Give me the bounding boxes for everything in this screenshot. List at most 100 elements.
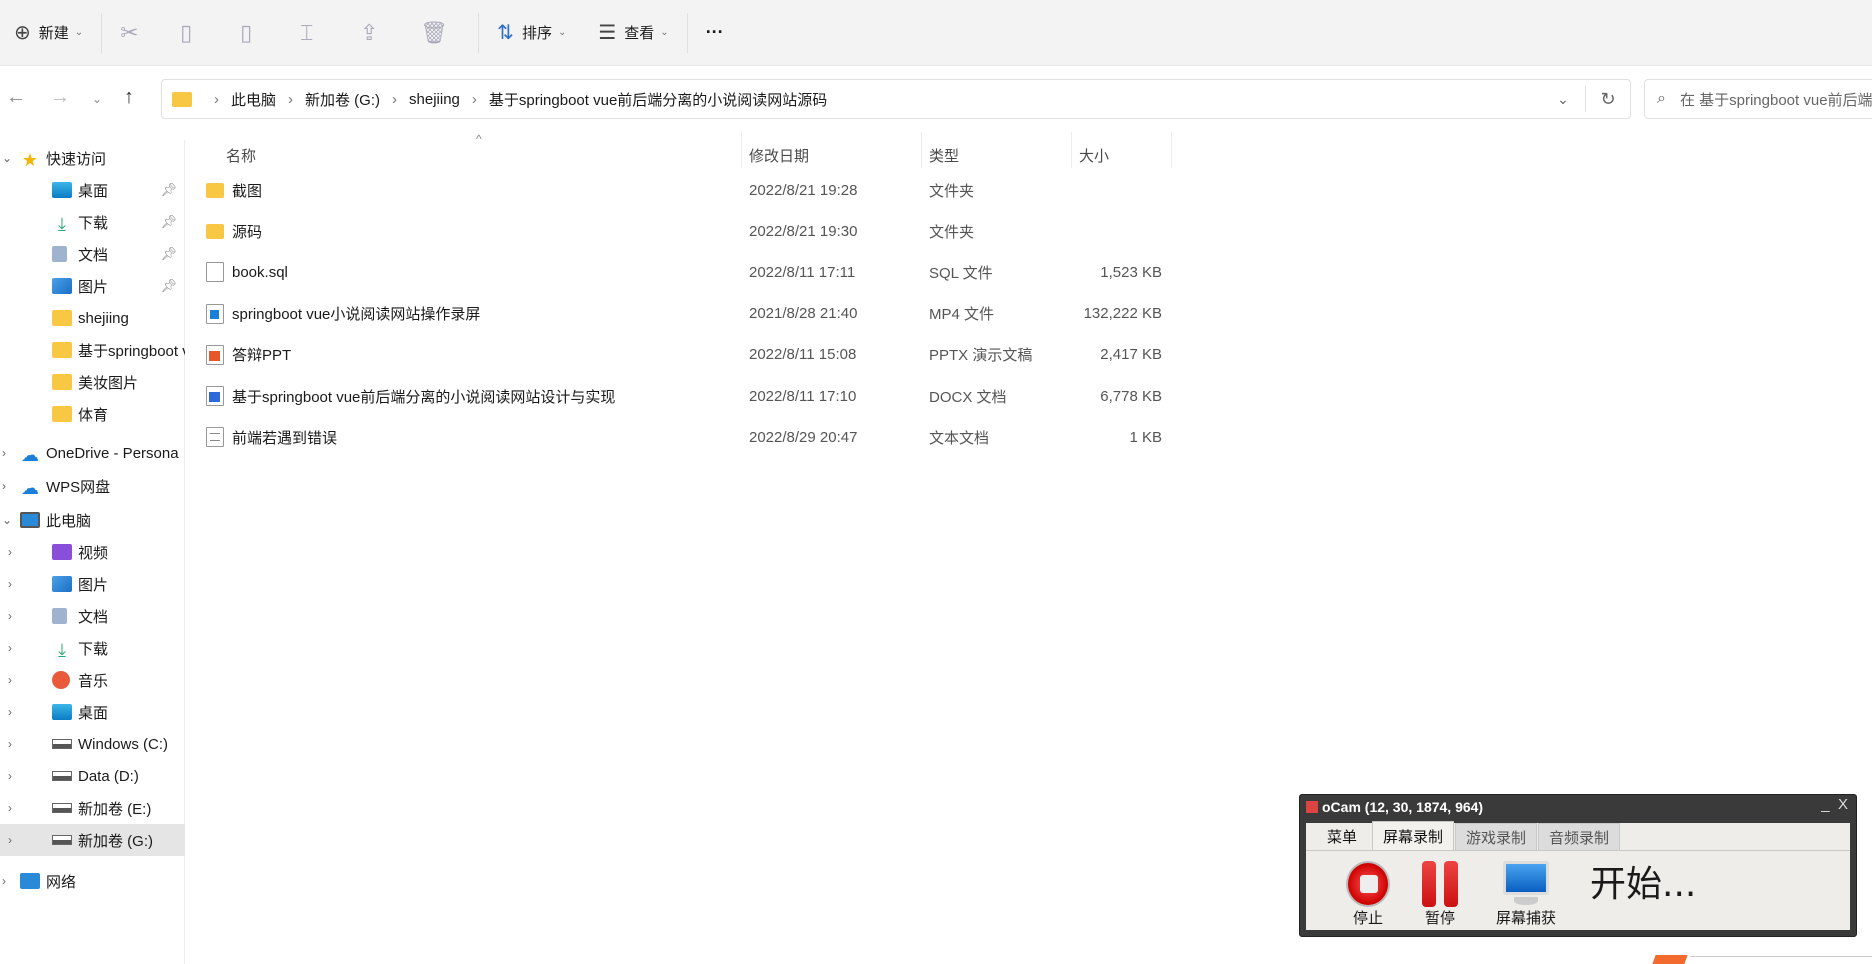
chevron-right-icon[interactable]: › [8,737,12,751]
chevron-right-icon[interactable]: › [8,705,12,719]
rename-button[interactable]: ⌶ [290,11,350,55]
chevron-right-icon[interactable]: › [8,833,12,847]
video-icon [206,303,224,324]
folder-icon [52,406,72,422]
sidebar-item[interactable]: ⌄ ★ 快速访问 [0,142,185,174]
sidebar-item-label: 体育 [78,406,109,424]
chevron-right-icon[interactable]: › [8,609,12,623]
pause-button[interactable]: 暂停 [1400,857,1480,928]
address-bar[interactable]: › 此电脑 › 新加卷 (G:) › shejiing › 基于springbo… [161,79,1631,119]
cut-button[interactable]: ✂ [110,11,170,55]
breadcrumb-item[interactable]: 新加卷 (G:) [305,89,380,110]
stop-button[interactable]: 停止 [1328,857,1408,928]
file-row[interactable]: springboot vue小说阅读网站操作录屏 2021/8/28 21:40… [206,295,1186,333]
file-row[interactable]: 截图 2022/8/21 19:28 文件夹 [206,171,1186,209]
chevron-right-icon[interactable]: › [2,874,6,888]
sidebar-item[interactable]: shejiing [0,302,185,334]
chevron-right-icon[interactable]: › [8,801,12,815]
sidebar-item[interactable]: › Data (D:) [0,760,185,792]
sidebar-item-label: 新加卷 (E:) [78,800,152,818]
sidebar-item[interactable]: 图片 📌︎ [0,270,185,302]
chevron-right-icon[interactable]: › [8,545,12,559]
sidebar-item[interactable]: › 新加卷 (E:) [0,792,185,824]
close-button[interactable]: X [1838,796,1848,813]
history-dropdown-icon[interactable]: ⌄ [1541,91,1585,108]
sidebar-item[interactable]: › ☁ OneDrive - Persona [0,437,185,469]
sidebar-item-label: shejiing [78,309,129,327]
view-button[interactable]: ☰ 查看 ⌄ [588,11,678,55]
sidebar-item[interactable]: › 文档 [0,600,185,632]
chevron-down-icon[interactable]: ⌄ [2,513,12,527]
navigation-pane: ⌄ ★ 快速访问 桌面 📌︎ ⤓ 下载 📌︎ 文档 📌︎ 图片 📌︎ shejiing 基于springb… [0,140,185,964]
chevron-down-icon[interactable]: ⌄ [2,151,12,165]
back-button[interactable]: ← [6,86,26,109]
sort-button[interactable]: ⇅ 排序 ⌄ [487,11,576,55]
search-input[interactable]: ⌕在 基于springboot vue前后端分离的小说阅读网站源码 中搜索 [1644,79,1872,119]
forward-button[interactable]: → [50,86,70,109]
sidebar-item[interactable]: › 图片 [0,568,185,600]
column-header-type[interactable]: 类型 [929,138,959,172]
more-button[interactable]: ··· [696,11,734,55]
file-row[interactable]: 前端若遇到错误 2022/8/29 20:47 文本文档 1 KB [206,418,1186,456]
breadcrumb-item[interactable]: 基于springboot vue前后端分离的小说阅读网站源码 [489,89,827,110]
file-row[interactable]: 基于springboot vue前后端分离的小说阅读网站设计与实现 2022/8… [206,377,1186,415]
ocam-window: oCam (12, 30, 1874, 964) _ X 菜单 屏幕录制 游戏录… [1299,794,1857,937]
sidebar-item[interactable]: › ⤓ 下载 [0,632,185,664]
sidebar-item-label: 基于springboot vue [78,342,185,360]
sidebar-item[interactable]: ⤓ 下载 📌︎ [0,206,185,238]
pin-icon[interactable]: 📌︎ [160,182,177,198]
recent-dropdown[interactable]: ⌄ [92,92,102,106]
sidebar-item[interactable]: › 桌面 [0,696,185,728]
sidebar-item[interactable]: 体育 [0,398,185,430]
sidebar-item[interactable]: › 网络 [0,865,185,897]
column-header-date[interactable]: 修改日期 [749,138,809,172]
sidebar-item[interactable]: › ☁ WPS网盘 [0,470,185,502]
breadcrumb-item[interactable]: 此电脑 [231,89,276,110]
sidebar-item[interactable]: 桌面 📌︎ [0,174,185,206]
pin-icon[interactable]: 📌︎ [160,214,177,230]
up-button[interactable]: ↑ [124,86,134,109]
share-icon: ⇪ [360,19,379,45]
file-name: springboot vue小说阅读网站操作录屏 [232,306,481,324]
breadcrumb-item[interactable]: shejiing [409,91,460,108]
copy-button[interactable]: ▯ [170,11,230,55]
chevron-right-icon[interactable]: › [2,479,6,493]
share-button[interactable]: ⇪ [350,11,410,55]
file-size: 132,222 KB [1083,305,1162,323]
tab-audio-record[interactable]: 音频录制 [1538,823,1620,850]
chevron-right-icon[interactable]: › [8,641,12,655]
chevron-right-icon[interactable]: › [8,769,12,783]
sidebar-item[interactable]: › 视频 [0,536,185,568]
file-row[interactable]: 源码 2022/8/21 19:30 文件夹 [206,212,1186,250]
file-row[interactable]: 答辩PPT 2022/8/11 15:08 PPTX 演示文稿 2,417 KB [206,336,1186,374]
chevron-right-icon[interactable]: › [8,673,12,687]
text-icon [206,427,224,448]
minimize-button[interactable]: _ [1821,796,1829,813]
new-button[interactable]: ⊕ 新建 ⌄ [4,11,93,55]
video-icon [52,544,72,560]
sidebar-item[interactable]: › 新加卷 (G:) [0,824,185,856]
file-row[interactable]: book.sql 2022/8/11 17:11 SQL 文件 1,523 KB [206,253,1186,291]
pin-icon[interactable]: 📌︎ [160,278,177,294]
sidebar-item[interactable]: 文档 📌︎ [0,238,185,270]
sidebar-item-label: 桌面 [78,182,109,200]
tab-game-record[interactable]: 游戏录制 [1455,823,1537,850]
paste-button[interactable]: ▯ [230,11,290,55]
screen-capture-button[interactable]: 屏幕捕获 [1486,857,1566,928]
sidebar-item[interactable]: ⌄ 此电脑 [0,504,185,536]
chevron-right-icon[interactable]: › [8,577,12,591]
file-name: 源码 [232,223,263,241]
delete-button[interactable]: 🗑︎ [410,11,470,55]
refresh-icon[interactable]: ↻ [1586,89,1630,110]
column-header-size[interactable]: 大小 [1079,138,1109,172]
sidebar-item[interactable]: › Windows (C:) [0,728,185,760]
sidebar-item[interactable]: 基于springboot vue [0,334,185,366]
sidebar-item[interactable]: › 音乐 [0,664,185,696]
file-name: 答辩PPT [232,347,292,365]
tab-screen-record[interactable]: 屏幕录制 [1372,821,1454,851]
sidebar-item[interactable]: 美妆图片 [0,366,185,398]
pin-icon[interactable]: 📌︎ [160,246,177,262]
column-header-name[interactable]: 名称 [226,138,256,172]
tab-menu[interactable]: 菜单 [1312,823,1372,850]
chevron-right-icon[interactable]: › [2,446,6,460]
